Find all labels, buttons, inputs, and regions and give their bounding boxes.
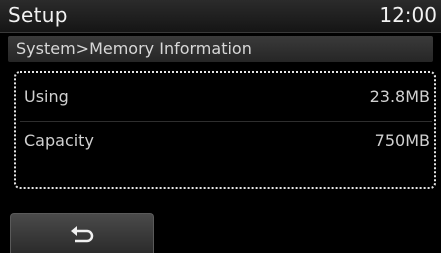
page-title: Setup xyxy=(8,3,68,27)
setup-screen: Setup 12:00 System>Memory Information Us… xyxy=(0,0,441,253)
memory-info-list: Using 23.8MB Capacity 750MB xyxy=(14,71,436,189)
capacity-value: 750MB xyxy=(374,131,430,150)
back-button[interactable] xyxy=(10,213,154,253)
breadcrumb-text: System>Memory Information xyxy=(16,39,252,58)
list-item-capacity: Capacity 750MB xyxy=(20,121,432,165)
breadcrumb: System>Memory Information xyxy=(8,36,433,62)
using-value: 23.8MB xyxy=(369,87,430,106)
clock: 12:00 xyxy=(379,3,437,27)
capacity-label: Capacity xyxy=(24,131,94,150)
using-label: Using xyxy=(24,87,69,106)
header-bar: Setup 12:00 xyxy=(0,0,441,33)
back-arrow-icon xyxy=(71,226,94,243)
list-item-using: Using 23.8MB xyxy=(20,77,432,122)
